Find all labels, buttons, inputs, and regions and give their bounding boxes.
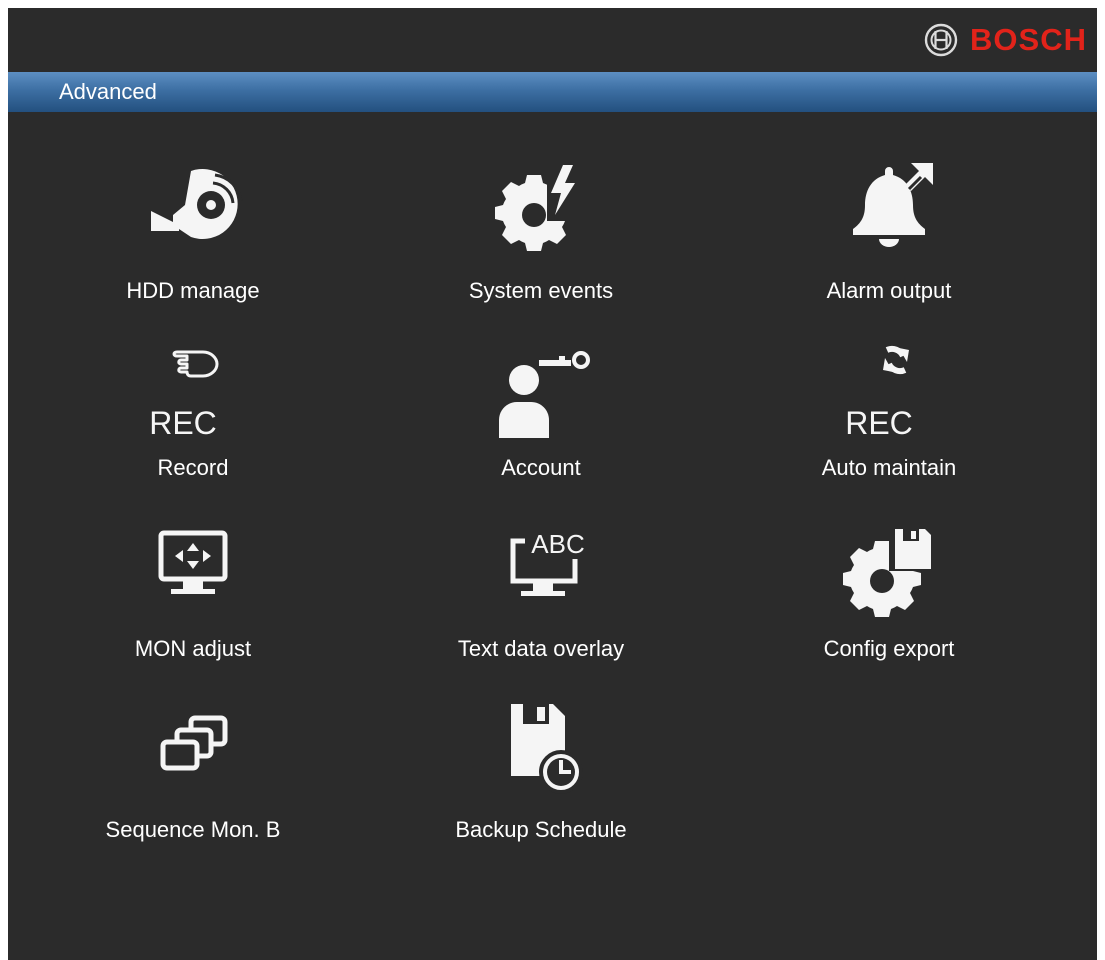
menu-item-label: System events — [468, 278, 614, 303]
stacked-windows-icon — [160, 715, 228, 771]
rec-text: REC — [845, 405, 913, 440]
gear-lightning-icon — [495, 165, 575, 251]
menu-item-label: HDD manage — [126, 278, 260, 303]
menu-item-label: Config export — [823, 636, 955, 661]
menu-item-auto-maintain[interactable]: REC Auto maintain — [739, 330, 1039, 500]
top-bar: BOSCH — [8, 8, 1097, 72]
menu-item-label: Sequence Mon. B — [105, 817, 281, 842]
user-key-icon — [499, 351, 590, 438]
hand-pointer-rec-icon: REC — [149, 350, 219, 440]
floppy-clock-icon — [511, 704, 583, 794]
menu-item-text-data-overlay[interactable]: ABC Text data overlay — [391, 511, 691, 681]
brand: BOSCH — [924, 20, 1087, 60]
page-title: Advanced — [59, 79, 157, 104]
bell-arrow-icon — [853, 163, 933, 247]
bosch-armature-icon — [924, 23, 958, 57]
monitor-arrows-icon — [158, 530, 228, 594]
menu-item-label: Account — [501, 455, 581, 480]
title-bar: Advanced — [8, 72, 1097, 112]
menu-item-label: Auto maintain — [821, 455, 957, 480]
gear-floppy-icon — [843, 525, 931, 617]
rec-text: REC — [149, 405, 217, 440]
menu-item-mon-adjust[interactable]: MON adjust — [43, 511, 343, 681]
brand-name: BOSCH — [970, 22, 1087, 57]
monitor-abc-icon: ABC — [510, 529, 585, 596]
menu-item-sequence-mon-b[interactable]: Sequence Mon. B — [43, 692, 343, 862]
menu-item-backup-schedule[interactable]: Backup Schedule — [391, 692, 691, 862]
abc-text: ABC — [531, 529, 584, 559]
menu-item-label: Record — [157, 455, 229, 480]
menu-item-hdd-manage[interactable]: HDD manage — [43, 153, 343, 323]
menu-item-account[interactable]: Account — [391, 330, 691, 500]
menu-item-alarm-output[interactable]: Alarm output — [739, 153, 1039, 323]
menu-item-label: Alarm output — [826, 278, 952, 303]
dvr-screen: BOSCH Advanced HDD manage System events — [8, 8, 1097, 960]
menu-item-system-events[interactable]: System events — [391, 153, 691, 323]
menu-item-label: MON adjust — [134, 636, 252, 661]
menu-item-record[interactable]: REC Record — [43, 330, 343, 500]
menu-item-label: Backup Schedule — [455, 817, 627, 842]
refresh-rec-icon: REC — [845, 345, 913, 440]
menu-item-label: Text data overlay — [457, 636, 625, 661]
menu-item-config-export[interactable]: Config export — [739, 511, 1039, 681]
hdd-disc-icon — [151, 169, 243, 239]
